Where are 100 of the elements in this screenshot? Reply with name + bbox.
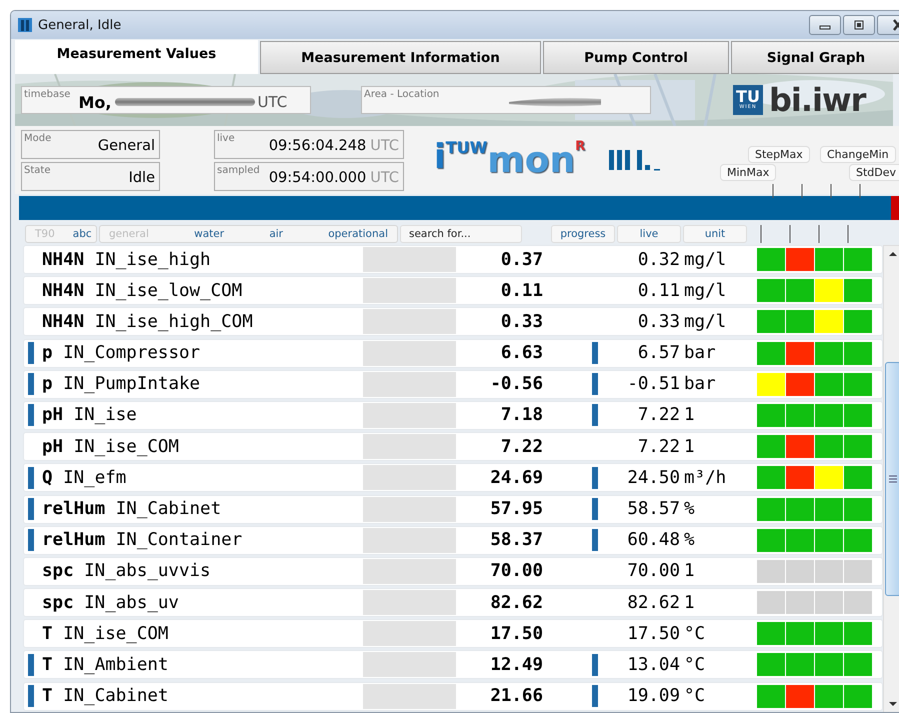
tab[interactable]: Measurement Information (260, 41, 541, 74)
live-value: 60.48 (626, 530, 681, 550)
column-header[interactable]: unit (683, 225, 747, 243)
tab[interactable]: Measurement Values (15, 40, 258, 74)
tab[interactable]: Pump Control (543, 41, 729, 74)
live-value: 24.50 (626, 468, 681, 488)
signal-name: T IN_Ambient (42, 654, 170, 675)
table-row[interactable]: pH IN_ise 7.18 7.22 1 (23, 400, 883, 430)
time-unit: UTC (370, 170, 399, 186)
live-value: 82.62 (626, 592, 681, 613)
table-row[interactable]: spc IN_abs_uv 82.62 82.62 1 (23, 588, 883, 618)
live-value: -0.51 (626, 374, 681, 394)
signal-name: NH4N IN_ise_high (42, 250, 212, 270)
field-value: Idle (128, 170, 155, 186)
tab[interactable]: Signal Graph (731, 41, 899, 74)
measured-value: 57.95 (489, 499, 543, 519)
table-row[interactable]: p IN_PumpIntake -0.56 -0.51 bar (23, 370, 883, 399)
signal-name: NH4N IN_ise_low_COM (42, 280, 244, 301)
table-row[interactable]: NH4N IN_ise_high_COM 0.33 0.33 mg/l (23, 307, 883, 336)
table-row[interactable]: p IN_Compressor 6.63 6.57 bar (23, 338, 883, 368)
table-row[interactable]: T IN_Ambient 12.49 13.04 °C (23, 650, 883, 680)
measured-value: 0.11 (500, 280, 543, 301)
alarm-indicator (891, 196, 899, 220)
live-value: 0.33 (636, 312, 681, 332)
measured-value: 12.49 (489, 654, 543, 675)
filter-button[interactable]: water (185, 228, 234, 240)
filter-button[interactable]: operational (319, 228, 397, 240)
measured-value: 0.37 (500, 250, 543, 270)
table-row[interactable]: T IN_Cabinet 21.66 19.09 °C (23, 682, 883, 711)
filter-button[interactable]: abc (64, 228, 101, 240)
search-field[interactable]: search for... (400, 225, 522, 243)
timebase-value: Mo, (78, 92, 112, 112)
field-label: timebase (24, 89, 70, 100)
measured-value: 70.00 (489, 561, 543, 582)
measured-value: 24.69 (489, 468, 543, 488)
live-value: 17.50 (626, 624, 681, 644)
unit-label: mg/l (684, 250, 728, 270)
scroll-thumb[interactable] (885, 362, 899, 596)
signal-name: NH4N IN_ise_high_COM (42, 312, 254, 332)
institute-logo: bi.iwr (769, 81, 866, 119)
unit-label: % (684, 499, 696, 519)
unit-label: mg/l (684, 312, 728, 332)
field-label: live (217, 132, 235, 144)
time-unit: UTC (370, 138, 399, 154)
table-row[interactable]: spc IN_abs_uvvis 70.00 70.00 1 (23, 556, 883, 586)
field-label: Area - Location (364, 89, 440, 100)
table-row[interactable]: T IN_ise_COM 17.50 17.50 °C (23, 619, 883, 648)
measured-value: 21.66 (489, 686, 543, 706)
field-value: General (98, 138, 155, 154)
signal-name: p IN_Compressor (42, 343, 202, 364)
unit-label: 1 (684, 592, 696, 613)
field-value: 09:54:00.000 (268, 170, 366, 186)
signal-name: spc IN_abs_uvvis (42, 561, 212, 582)
unit-label: mg/l (684, 280, 728, 301)
table-row[interactable]: NH4N IN_ise_high 0.37 0.32 mg/l (23, 245, 883, 274)
signal-name: pH IN_ise (42, 405, 138, 426)
minimize-button[interactable] (809, 15, 841, 35)
unit-label: °C (684, 686, 706, 706)
measured-value: 7.22 (500, 436, 543, 457)
column-header[interactable]: progress (551, 225, 615, 243)
table-row[interactable]: pH IN_ise_COM 7.22 7.22 1 (23, 432, 883, 462)
unit-label: m³/h (684, 468, 728, 488)
table-row[interactable]: Q IN_efm 24.69 24.50 m³/h (23, 463, 883, 492)
signal-name: relHum IN_Container (42, 530, 244, 550)
signal-name: relHum IN_Cabinet (42, 499, 222, 519)
field-label: sampled (217, 164, 260, 176)
measured-value: -0.56 (489, 374, 543, 394)
signal-name: T IN_Cabinet (42, 686, 170, 706)
unit-label: 1 (684, 561, 696, 582)
unit-label: bar (684, 343, 717, 364)
live-value: 7.22 (636, 405, 681, 426)
measured-value: 0.33 (500, 312, 543, 332)
measured-value: 58.37 (489, 530, 543, 550)
live-value: 7.22 (636, 436, 681, 457)
app-icon (17, 17, 33, 33)
unit-label: bar (684, 374, 717, 394)
maximize-button[interactable] (843, 15, 875, 35)
signal-name: pH IN_ise_COM (42, 436, 180, 457)
table-row[interactable]: NH4N IN_ise_low_COM 0.11 0.11 mg/l (23, 276, 883, 306)
unit-label: % (684, 530, 696, 550)
live-value: 13.04 (626, 654, 681, 675)
signal-name: Q IN_efm (42, 468, 128, 488)
measured-value: 82.62 (489, 592, 543, 613)
scrollbar[interactable] (883, 245, 899, 712)
table-row[interactable]: relHum IN_Cabinet 57.95 58.57 % (23, 494, 883, 524)
live-value: 70.00 (626, 561, 681, 582)
table-row[interactable]: relHum IN_Container 58.37 60.48 % (23, 526, 883, 555)
indicator-label: StdDev (849, 164, 899, 181)
measured-value: 7.18 (500, 405, 543, 426)
indicator-label: MinMax (720, 164, 776, 181)
live-value: 0.32 (636, 250, 681, 270)
measured-value: 6.63 (500, 343, 543, 364)
signal-name: p IN_PumpIntake (42, 374, 202, 394)
column-header[interactable]: live (617, 225, 681, 243)
maximize-icon (853, 20, 865, 30)
window-title: General, Idle (38, 18, 122, 32)
filter-button[interactable]: air (260, 228, 292, 240)
signal-name: T IN_ise_COM (42, 624, 170, 644)
grip-icon (888, 475, 898, 483)
field-label: State (24, 164, 50, 176)
